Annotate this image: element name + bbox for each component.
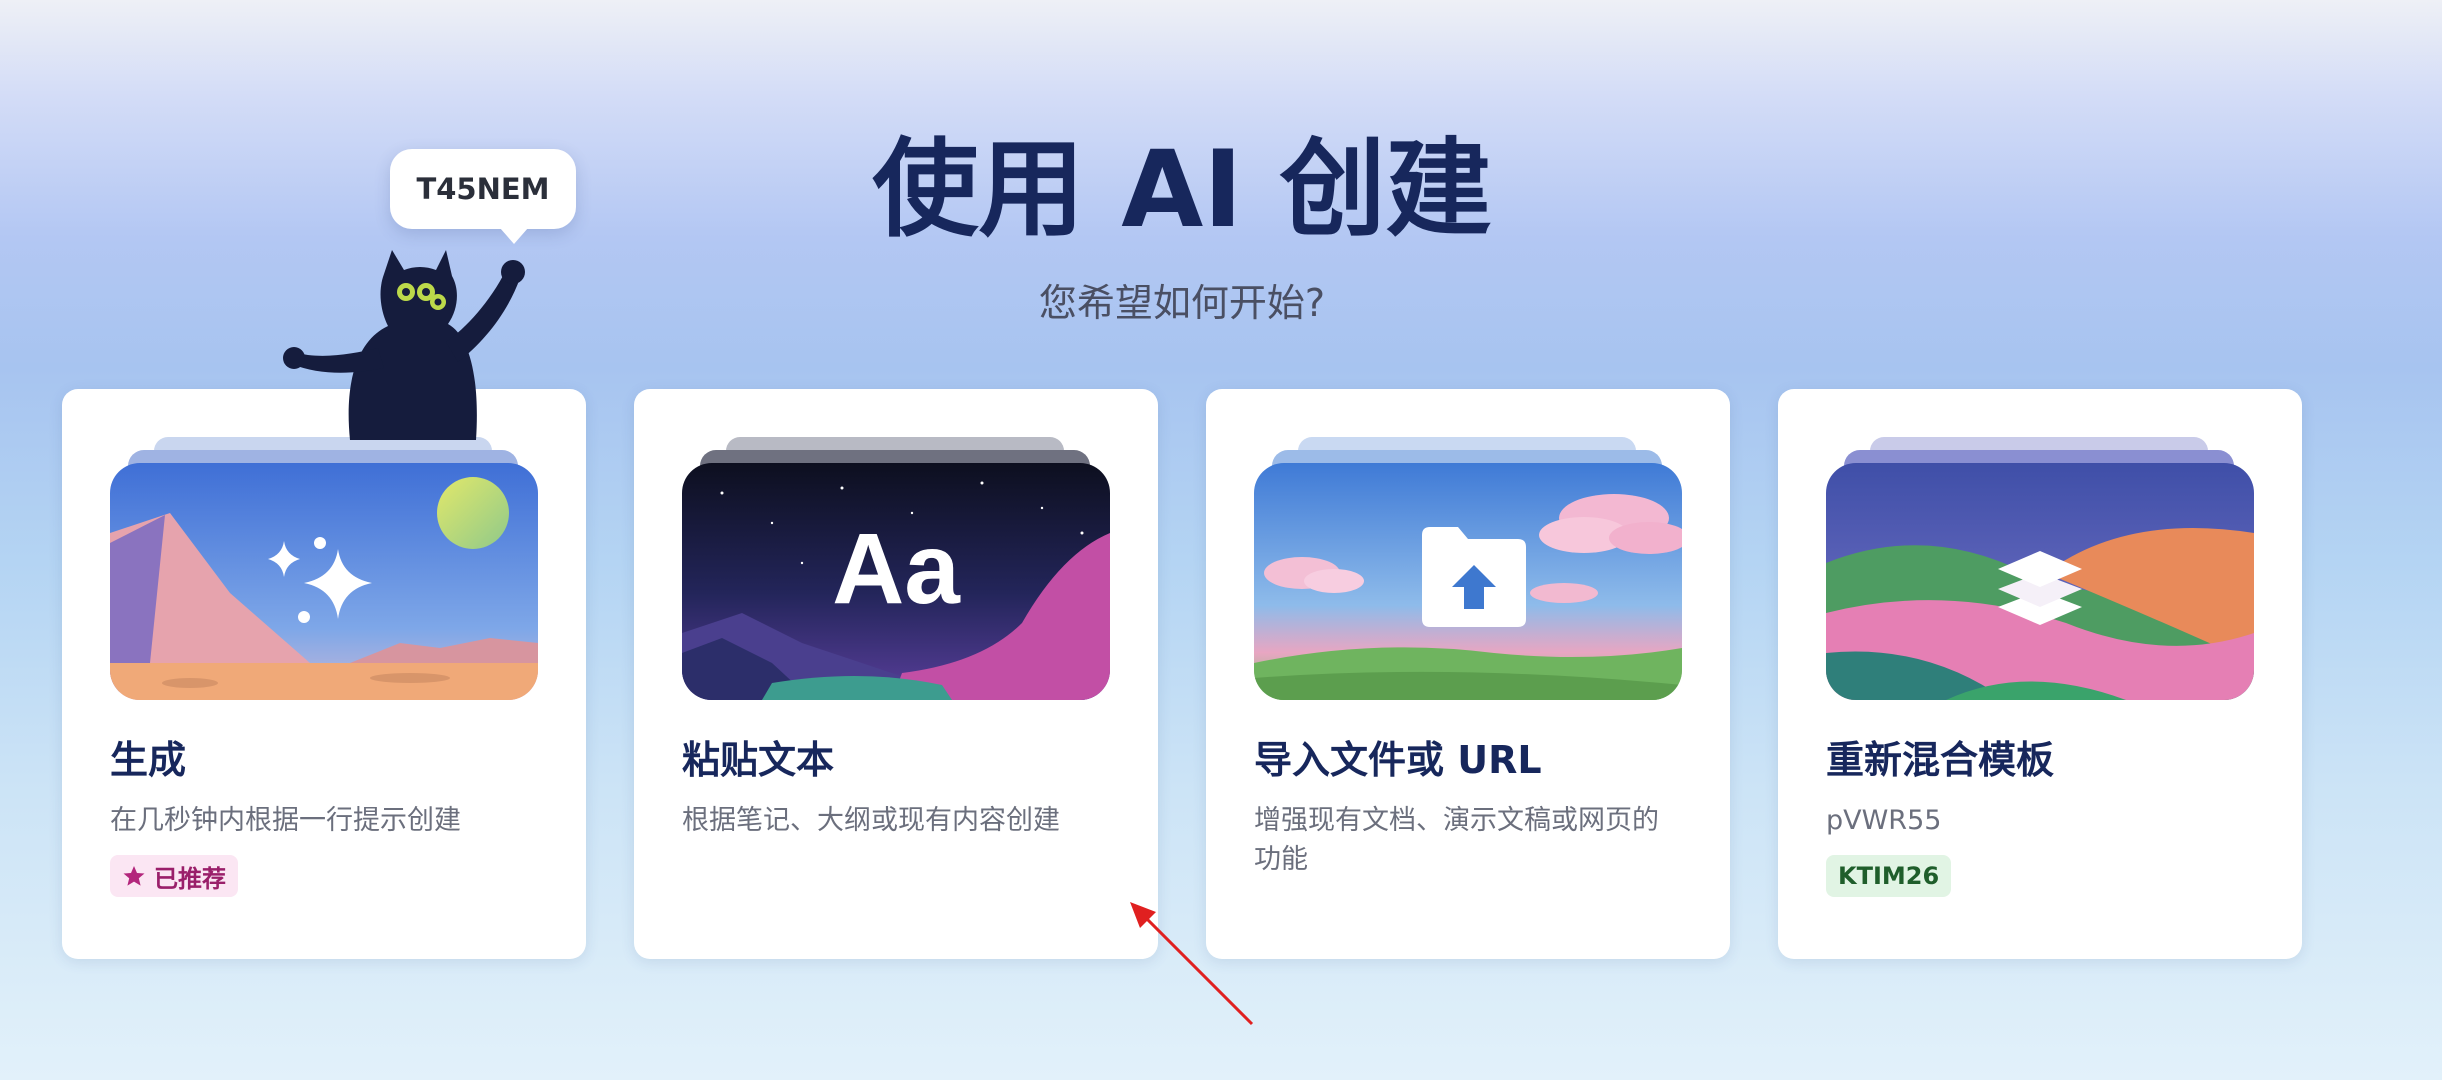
card-remix-description: pVWR55 — [1826, 805, 1942, 836]
recommended-badge-label: 已推荐 — [154, 864, 226, 893]
card-paste-text-description: 根据笔记、大纲或现有内容创建 — [682, 805, 1060, 836]
layers-icon — [1998, 551, 2082, 625]
card-remix-template[interactable]: 重新混合模板 pVWR55 KTIM26 — [1778, 389, 2302, 959]
code-badge: KTIM26 — [1826, 855, 1952, 897]
sparkles-icon — [268, 537, 372, 623]
card-import-description: 增强现有文档、演示文稿或网页的功能 — [1254, 805, 1659, 875]
code-badge-label: KTIM26 — [1838, 862, 1940, 890]
card-import-title: 导入文件或 URL — [1254, 738, 1542, 782]
folder-upload-icon — [1422, 527, 1526, 627]
cat-mascot-icon — [283, 250, 525, 440]
card-paste-text-illustration: Aa — [682, 463, 1110, 700]
recommended-badge: 已推荐 — [110, 855, 238, 897]
mascot-bubble-text: T45NEM — [416, 172, 550, 206]
card-import-file-url[interactable]: 导入文件或 URL 增强现有文档、演示文稿或网页的功能 — [1206, 389, 1730, 959]
mascot-speech-bubble: T45NEM — [390, 149, 576, 244]
card-generate-title: 生成 — [110, 738, 187, 782]
card-generate-description: 在几秒钟内根据一行提示创建 — [110, 805, 461, 836]
card-paste-text[interactable]: Aa 粘贴文本 根据笔记、大纲或现有内容创建 — [634, 389, 1158, 959]
text-aa-icon: Aa — [832, 513, 960, 625]
card-import-illustration — [1254, 463, 1682, 700]
card-remix-illustration — [1826, 463, 2254, 700]
card-remix-title: 重新混合模板 — [1826, 738, 2055, 782]
card-generate[interactable]: 生成 在几秒钟内根据一行提示创建 已推荐 — [62, 389, 586, 959]
card-generate-illustration — [110, 463, 538, 700]
star-icon — [123, 866, 145, 886]
card-paste-text-title: 粘贴文本 — [682, 738, 835, 782]
